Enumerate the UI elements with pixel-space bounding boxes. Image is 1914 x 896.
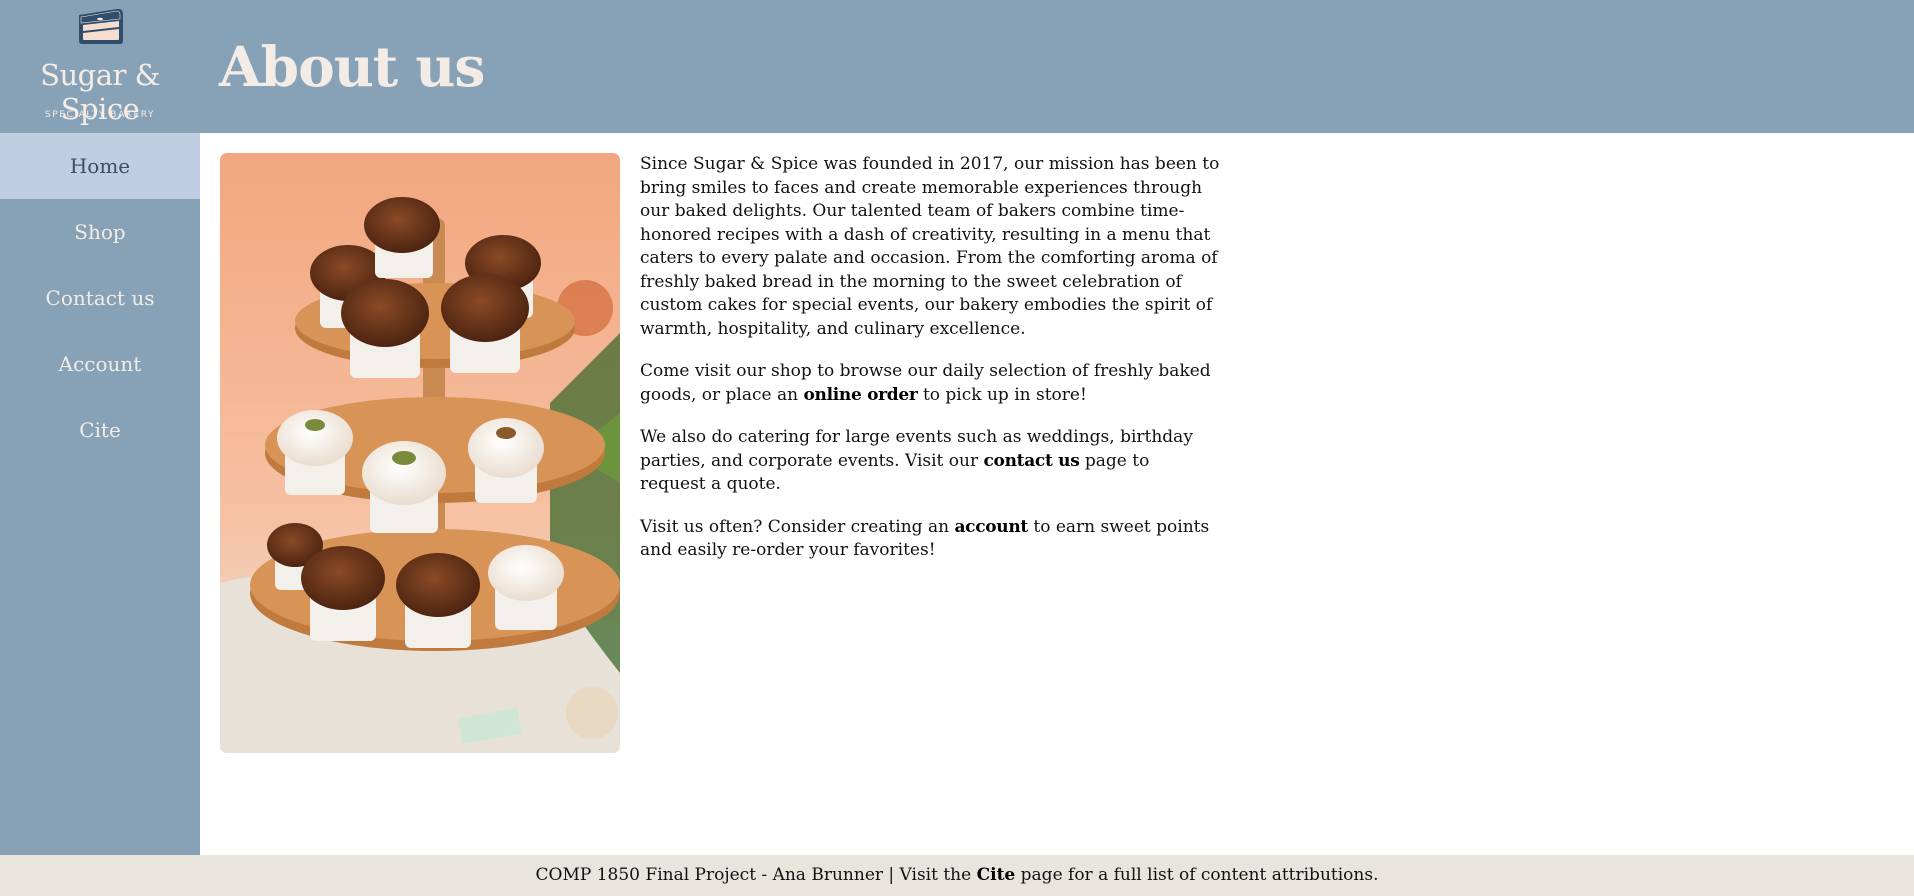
about-paragraph: We also do catering for large events suc… <box>640 427 1193 494</box>
cupcake-stand-illustration <box>220 153 620 753</box>
brand-tagline: SPECIALTY BAKERY <box>44 110 156 120</box>
about-paragraph: Come visit our shop to browse our daily … <box>640 361 1211 405</box>
site-header: Sugar & Spice SPECIALTY BAKERY About us <box>0 0 1914 133</box>
cupcake-stand-photo <box>220 153 620 753</box>
site-footer: COMP 1850 Final Project - Ana Brunner | … <box>0 855 1914 896</box>
online-order-link[interactable]: online order <box>803 385 917 405</box>
nav-item-account[interactable]: Account <box>0 331 200 397</box>
footer-cite-link[interactable]: Cite <box>977 865 1016 885</box>
nav-item-contact-us[interactable]: Contact us <box>0 265 200 331</box>
cake-slice-icon <box>79 8 123 44</box>
nav-item-shop[interactable]: Shop <box>0 199 200 265</box>
about-text: Since Sugar & Spice was founded in 2017,… <box>640 153 1220 582</box>
page-title: About us <box>219 34 485 99</box>
account-link[interactable]: account <box>954 517 1028 537</box>
nav-item-home[interactable]: Home <box>0 133 200 199</box>
contact-us-link[interactable]: contact us <box>984 451 1080 471</box>
main-content: Since Sugar & Spice was founded in 2017,… <box>200 133 1914 855</box>
about-paragraph: Visit us often? Consider creating an acc… <box>640 516 1210 561</box>
sidebar-nav: Home Shop Contact us Account Cite <box>0 133 200 855</box>
nav-item-cite[interactable]: Cite <box>0 397 200 463</box>
about-paragraph: Since Sugar & Spice was founded in 2017,… <box>640 154 1220 339</box>
site-logo[interactable]: Sugar & Spice SPECIALTY BAKERY <box>0 0 200 133</box>
